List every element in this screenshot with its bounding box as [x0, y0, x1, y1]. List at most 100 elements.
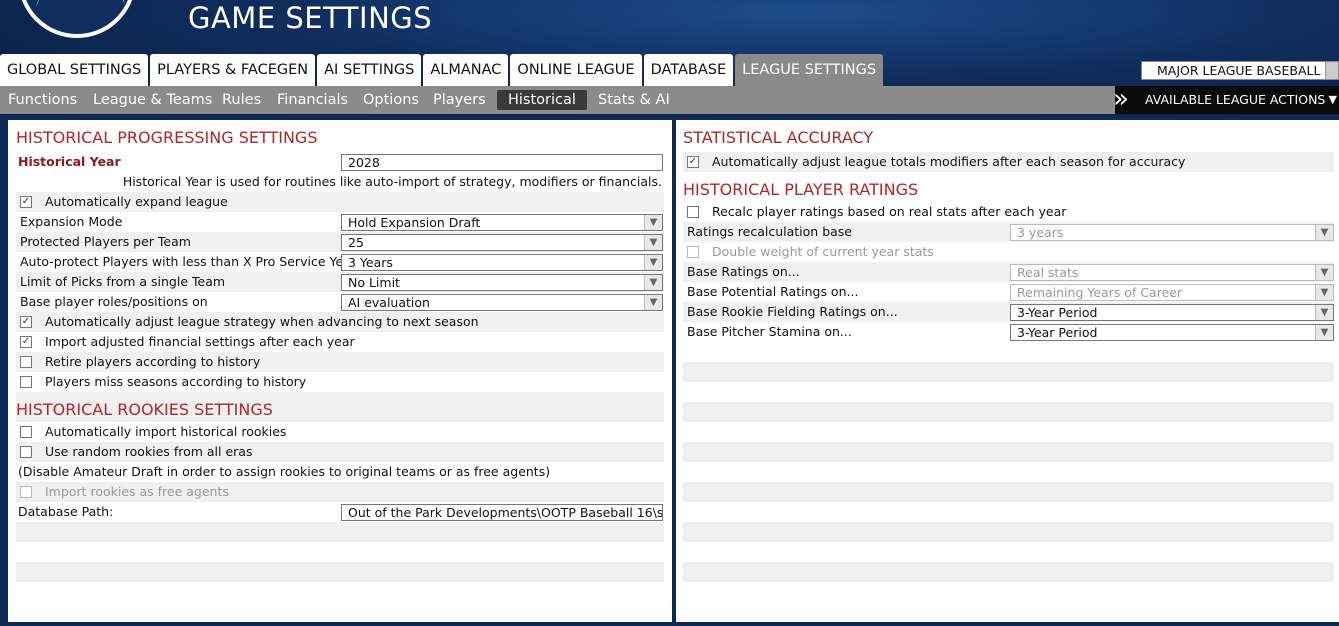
- recalc-row[interactable]: Recalc player ratings based on real stat…: [683, 202, 1334, 222]
- protected-players-select[interactable]: 25 ▼: [341, 234, 663, 251]
- miss-seasons-row[interactable]: Players miss seasons according to histor…: [16, 372, 664, 392]
- subtab-options[interactable]: Options: [363, 90, 419, 110]
- import-rookies-checkbox[interactable]: [20, 426, 32, 438]
- recalc-checkbox[interactable]: [687, 206, 699, 218]
- base-ratings-select[interactable]: Real stats ▼: [1010, 264, 1334, 281]
- subtab-financials[interactable]: Financials: [277, 90, 348, 110]
- chevron-down-icon: ▼: [1328, 93, 1337, 106]
- retire-players-label: Retire players according to history: [45, 354, 261, 369]
- pitcher-stamina-row: Base Pitcher Stamina on... 3-Year Period…: [683, 322, 1334, 342]
- subtab-league-teams[interactable]: League & Teams: [93, 90, 212, 110]
- random-rookies-checkbox[interactable]: [20, 446, 32, 458]
- base-potential-value: Remaining Years of Career: [1017, 285, 1183, 300]
- base-roles-row: Base player roles/positions on AI evalua…: [16, 292, 664, 312]
- empty-row: [683, 402, 1334, 422]
- empty-row: [16, 522, 664, 542]
- empty-row: [683, 522, 1334, 542]
- empty-row: [16, 562, 664, 582]
- chevron-down-icon: ▼: [644, 235, 662, 250]
- limit-picks-select[interactable]: No Limit ▼: [341, 274, 663, 291]
- subtab-rules[interactable]: Rules: [222, 90, 261, 110]
- import-rookies-label: Automatically import historical rookies: [45, 424, 287, 439]
- rookie-fielding-label: Base Rookie Fielding Ratings on...: [687, 304, 898, 319]
- tab-league-settings[interactable]: LEAGUE SETTINGS: [735, 54, 884, 86]
- free-agents-checkbox[interactable]: [20, 486, 32, 498]
- import-rookies-row[interactable]: Automatically import historical rookies: [16, 422, 664, 442]
- subtab-stats-ai[interactable]: Stats & AI: [598, 90, 670, 110]
- chevron-down-icon: ▼: [1315, 325, 1333, 340]
- adjust-totals-row[interactable]: ✓ Automatically adjust league totals mod…: [683, 152, 1334, 172]
- protected-players-value: 25: [348, 235, 364, 250]
- tab-almanac[interactable]: ALMANAC: [423, 54, 509, 86]
- expansion-mode-label: Expansion Mode: [20, 214, 123, 229]
- expansion-mode-select[interactable]: Hold Expansion Draft ▼: [341, 214, 663, 231]
- recalc-base-value: 3 years: [1017, 225, 1064, 240]
- base-ratings-label: Base Ratings on...: [687, 264, 800, 279]
- import-financial-label: Import adjusted financial settings after…: [45, 334, 355, 349]
- double-weight-row: Double weight of current year stats: [683, 242, 1334, 262]
- pitcher-stamina-label: Base Pitcher Stamina on...: [687, 324, 852, 339]
- retire-players-checkbox[interactable]: [20, 356, 32, 368]
- historical-year-input[interactable]: 2028: [341, 154, 663, 171]
- rookie-fielding-select[interactable]: 3-Year Period ▼: [1010, 304, 1334, 321]
- subtab-functions[interactable]: Functions: [8, 90, 77, 110]
- chevron-down-icon: ▼: [644, 215, 662, 230]
- tab-global-settings[interactable]: GLOBAL SETTINGS: [0, 54, 149, 86]
- adjust-strategy-label: Automatically adjust league strategy whe…: [45, 314, 479, 329]
- subtab-historical[interactable]: Historical: [497, 90, 587, 110]
- adjust-strategy-row[interactable]: ✓ Automatically adjust league strategy w…: [16, 312, 664, 332]
- adjust-strategy-checkbox[interactable]: ✓: [20, 316, 32, 328]
- historical-year-row: Historical Year 2028: [16, 152, 664, 172]
- base-roles-select[interactable]: AI evaluation ▼: [341, 294, 663, 311]
- auto-expand-row[interactable]: ✓ Automatically expand league: [16, 192, 664, 212]
- section-historical-player-ratings: HISTORICAL PLAYER RATINGS: [683, 180, 919, 199]
- retire-players-row[interactable]: Retire players according to history: [16, 352, 664, 372]
- available-league-actions-button[interactable]: » AVAILABLE LEAGUE ACTIONS ▼: [1113, 84, 1339, 114]
- database-path-input[interactable]: Out of the Park Developments\OOTP Baseba…: [341, 504, 663, 521]
- adjust-totals-checkbox[interactable]: ✓: [687, 156, 699, 168]
- chevron-down-icon: ▼: [1315, 225, 1333, 240]
- auto-expand-label: Automatically expand league: [45, 194, 228, 209]
- actions-label: AVAILABLE LEAGUE ACTIONS: [1145, 92, 1326, 107]
- historical-year-label: Historical Year: [18, 154, 121, 169]
- random-rookies-row[interactable]: Use random rookies from all eras: [16, 442, 664, 462]
- pitcher-stamina-select[interactable]: 3-Year Period ▼: [1010, 324, 1334, 341]
- limit-picks-label: Limit of Picks from a single Team: [20, 274, 226, 289]
- recalc-base-label: Ratings recalculation base: [687, 224, 852, 239]
- adjust-totals-label: Automatically adjust league totals modif…: [712, 154, 1186, 169]
- auto-protect-select[interactable]: 3 Years ▼: [341, 254, 663, 271]
- empty-row: [683, 442, 1334, 462]
- auto-expand-checkbox[interactable]: ✓: [20, 196, 32, 208]
- base-potential-row: Base Potential Ratings on... Remaining Y…: [683, 282, 1334, 302]
- import-financial-checkbox[interactable]: ✓: [20, 336, 32, 348]
- tab-players-facegen[interactable]: PLAYERS & FACEGEN: [150, 54, 316, 86]
- section-statistical-accuracy: STATISTICAL ACCURACY: [683, 128, 874, 147]
- empty-row: [683, 482, 1334, 502]
- disable-draft-note: (Disable Amateur Draft in order to assig…: [18, 464, 551, 479]
- rookie-fielding-value: 3-Year Period: [1017, 305, 1098, 320]
- chevron-down-icon: ▼: [644, 275, 662, 290]
- base-ratings-row: Base Ratings on... Real stats ▼: [683, 262, 1334, 282]
- auto-protect-value: 3 Years: [348, 255, 393, 270]
- historical-year-note: Historical Year is used for routines lik…: [122, 174, 662, 189]
- recalc-base-select[interactable]: 3 years ▼: [1010, 224, 1334, 241]
- tab-online-league[interactable]: ONLINE LEAGUE: [510, 54, 642, 86]
- tab-database[interactable]: DATABASE: [643, 54, 734, 86]
- base-potential-select[interactable]: Remaining Years of Career ▼: [1010, 284, 1334, 301]
- database-path-row: Database Path: Out of the Park Developme…: [16, 502, 664, 522]
- subtab-players[interactable]: Players: [433, 90, 486, 110]
- protected-players-label: Protected Players per Team: [20, 234, 191, 249]
- double-chevron-right-icon: »: [1113, 84, 1129, 114]
- free-agents-label: Import rookies as free agents: [45, 484, 229, 499]
- base-ratings-value: Real stats: [1017, 265, 1079, 280]
- statistical-settings-panel: STATISTICAL ACCURACY ✓ Automatically adj…: [676, 120, 1339, 622]
- limit-picks-value: No Limit: [348, 275, 400, 290]
- miss-seasons-checkbox[interactable]: [20, 376, 32, 388]
- double-weight-checkbox[interactable]: [687, 246, 699, 258]
- import-financial-row[interactable]: ✓ Import adjusted financial settings aft…: [16, 332, 664, 352]
- chevron-down-icon: ▼: [644, 255, 662, 270]
- league-select[interactable]: MAJOR LEAGUE BASEBALL: [1141, 61, 1339, 80]
- base-roles-value: AI evaluation: [348, 295, 430, 310]
- tab-ai-settings[interactable]: AI SETTINGS: [317, 54, 422, 86]
- chevron-down-icon: ▼: [644, 295, 662, 310]
